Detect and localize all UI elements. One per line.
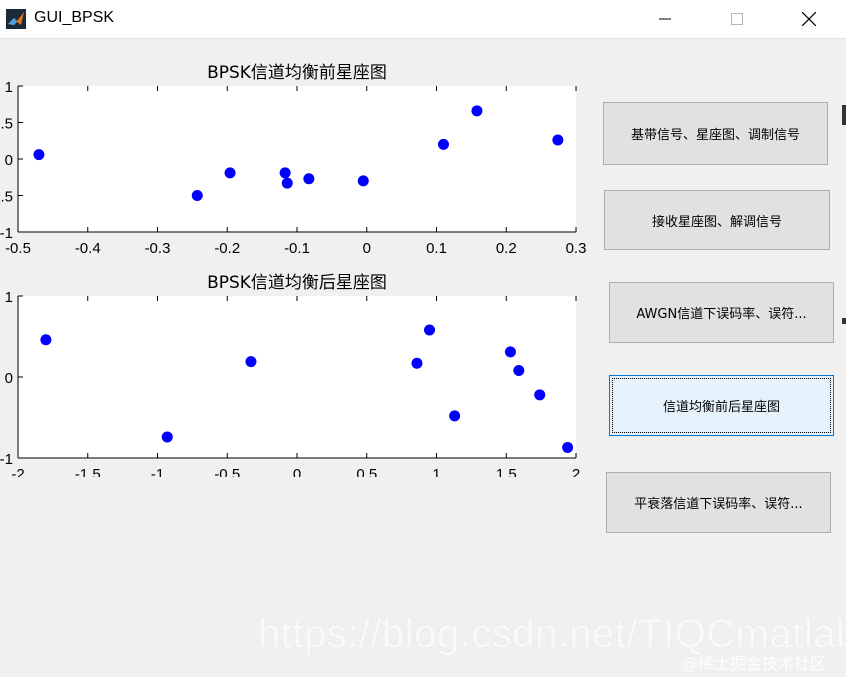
maximize-icon	[731, 13, 743, 25]
constellation-before-equalization-plot: -0.5-0.4-0.3-0.2-0.100.10.20.3-1-0.500.5…	[0, 63, 587, 257]
flat-fading-error-rate-button[interactable]: 平衰落信道下误码率、误符...	[606, 472, 831, 533]
plot-title: BPSK信道均衡前星座图	[207, 63, 387, 83]
figure-client-area: -0.5-0.4-0.3-0.2-0.100.10.20.3-1-0.500.5…	[0, 39, 846, 677]
x-tick-label: -0.4	[75, 240, 101, 257]
plot-area	[18, 86, 576, 232]
x-tick-label: 0.2	[496, 240, 517, 257]
close-icon	[802, 12, 816, 26]
x-tick-label: 0.5	[356, 466, 377, 477]
x-tick-label: 0.3	[566, 240, 587, 257]
minimize-button[interactable]	[642, 0, 688, 38]
x-tick-label: 0	[293, 466, 301, 477]
y-tick-label: 1	[5, 79, 13, 96]
data-point	[437, 138, 449, 150]
x-tick-label: 1	[432, 466, 440, 477]
x-tick-label: -0.5	[5, 240, 31, 257]
x-tick-label: 0	[363, 240, 371, 257]
data-point	[281, 177, 293, 189]
x-tick-label: -1.5	[75, 466, 101, 477]
data-point	[303, 173, 315, 185]
data-point	[33, 149, 45, 161]
x-tick-label: 1.5	[496, 466, 517, 477]
maximize-button[interactable]	[714, 0, 760, 38]
y-tick-label: 1	[5, 289, 13, 306]
window-edge-artifact	[842, 318, 846, 324]
data-point	[161, 431, 173, 443]
y-tick-label: 0	[5, 152, 13, 169]
close-button[interactable]	[786, 0, 832, 38]
data-point	[191, 190, 203, 201]
window-edge-artifact	[842, 105, 846, 125]
x-tick-label: -0.5	[214, 466, 240, 477]
data-point	[40, 334, 52, 346]
awgn-error-rate-button[interactable]: AWGN信道下误码率、误符...	[609, 282, 834, 343]
constellation-after-equalization-plot: -2 -1.5 -1 -0.5 0 0.5 1 1.5 2 -1 0 1 BPSK信道均衡后星座图	[0, 273, 580, 477]
y-tick-label: 0.5	[0, 116, 13, 133]
data-point	[245, 356, 257, 368]
data-point	[224, 167, 236, 179]
plot-area	[18, 296, 576, 458]
x-tick-label: -1	[151, 466, 164, 477]
window-title-bar[interactable]: GUI_BPSK	[0, 0, 846, 39]
data-point	[411, 357, 423, 369]
plot-title: BPSK信道均衡后星座图	[207, 273, 387, 293]
matlab-logo-icon	[6, 9, 26, 29]
data-point	[279, 167, 291, 179]
data-point	[504, 346, 516, 358]
x-tick-label: 0.1	[426, 240, 447, 257]
data-point	[513, 365, 525, 377]
minimize-icon	[659, 18, 671, 20]
data-point	[471, 105, 483, 117]
y-tick-label: 0	[5, 370, 13, 387]
data-point	[357, 175, 369, 187]
x-tick-label: -2	[11, 466, 24, 477]
x-tick-label: 2	[572, 466, 580, 477]
receive-constellation-demodulation-button[interactable]: 接收星座图、解调信号	[604, 190, 830, 250]
x-tick-label: -0.3	[145, 240, 171, 257]
data-point	[424, 324, 436, 336]
y-tick-label: -0.5	[0, 189, 13, 206]
x-tick-label: -0.1	[284, 240, 310, 257]
attribution-watermark: @稀土掘金技术社区	[682, 654, 827, 673]
y-tick-label: -1	[0, 225, 13, 242]
data-point	[449, 410, 461, 422]
equalization-constellation-button[interactable]: 信道均衡前后星座图	[609, 375, 834, 436]
data-point	[552, 134, 564, 146]
y-tick-label: -1	[0, 451, 13, 468]
window-title: GUI_BPSK	[34, 9, 115, 26]
x-tick-label: -0.2	[214, 240, 240, 257]
baseband-constellation-modulation-button[interactable]: 基带信号、星座图、调制信号	[603, 102, 828, 165]
data-point	[534, 389, 546, 401]
data-point	[562, 441, 574, 453]
